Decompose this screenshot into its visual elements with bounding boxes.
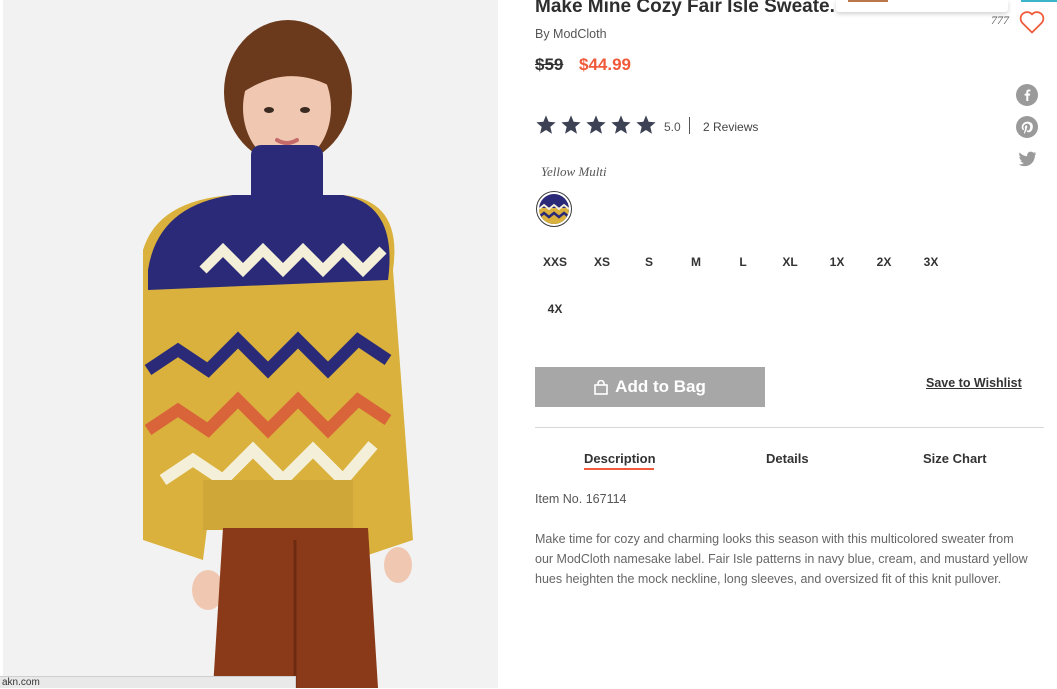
- product-brand: By ModCloth: [535, 27, 607, 41]
- add-to-bag-label: Add to Bag: [615, 377, 706, 396]
- notification-thumbnail: [848, 0, 888, 2]
- size-option-2x[interactable]: 2X: [864, 255, 904, 269]
- pinterest-icon[interactable]: [1016, 116, 1038, 138]
- color-swatch-yellow-multi[interactable]: [536, 191, 572, 227]
- size-option-3x[interactable]: 3X: [911, 255, 951, 269]
- tab-size-chart[interactable]: Size Chart: [923, 451, 987, 466]
- size-option-s[interactable]: S: [629, 255, 669, 269]
- color-name: Yellow Multi: [541, 164, 607, 179]
- bag-icon: [594, 379, 608, 395]
- model-wearing-sweater: [3, 0, 498, 688]
- product-description: Make time for cozy and charming looks th…: [535, 532, 1028, 586]
- save-to-wishlist-link[interactable]: Save to Wishlist: [926, 376, 1022, 390]
- size-option-4x[interactable]: 4X: [535, 302, 575, 316]
- star-icon: [611, 115, 631, 134]
- rating-divider: [689, 117, 690, 134]
- wishlist-count: 777: [991, 13, 1009, 27]
- item-number: Item No. 167114: [535, 492, 627, 506]
- size-option-m[interactable]: M: [676, 255, 716, 269]
- size-option-1x[interactable]: 1X: [817, 255, 857, 269]
- sale-price: $44.99: [579, 55, 631, 74]
- twitter-icon[interactable]: [1016, 148, 1038, 170]
- tab-description[interactable]: Description: [584, 451, 656, 466]
- original-price: $59: [535, 55, 564, 74]
- corner-accent-bar: [1021, 0, 1057, 2]
- star-rating: [535, 114, 657, 136]
- star-icon: [636, 115, 656, 134]
- add-to-bag-button[interactable]: Add to Bag: [535, 367, 765, 407]
- active-tab-indicator: [584, 468, 654, 470]
- size-option-l[interactable]: L: [723, 255, 763, 269]
- product-image[interactable]: [3, 0, 498, 688]
- star-icon: [561, 115, 581, 134]
- color-swatch-image: [539, 194, 569, 224]
- tabs-divider: [535, 427, 1044, 428]
- star-icon: [586, 115, 606, 134]
- product-title: Make Mine Cozy Fair Isle Sweate.: [535, 0, 835, 17]
- star-icon: [536, 115, 556, 134]
- reviews-link[interactable]: 2 Reviews: [703, 120, 758, 134]
- rating-value: 5.0: [664, 120, 681, 134]
- size-option-xxs[interactable]: XXS: [535, 255, 575, 269]
- facebook-icon[interactable]: [1016, 84, 1038, 106]
- size-option-xs[interactable]: XS: [582, 255, 622, 269]
- status-bar-url: akn.com: [0, 676, 296, 688]
- heart-icon[interactable]: [1018, 8, 1046, 36]
- size-option-xl[interactable]: XL: [770, 255, 810, 269]
- tab-details[interactable]: Details: [766, 451, 809, 466]
